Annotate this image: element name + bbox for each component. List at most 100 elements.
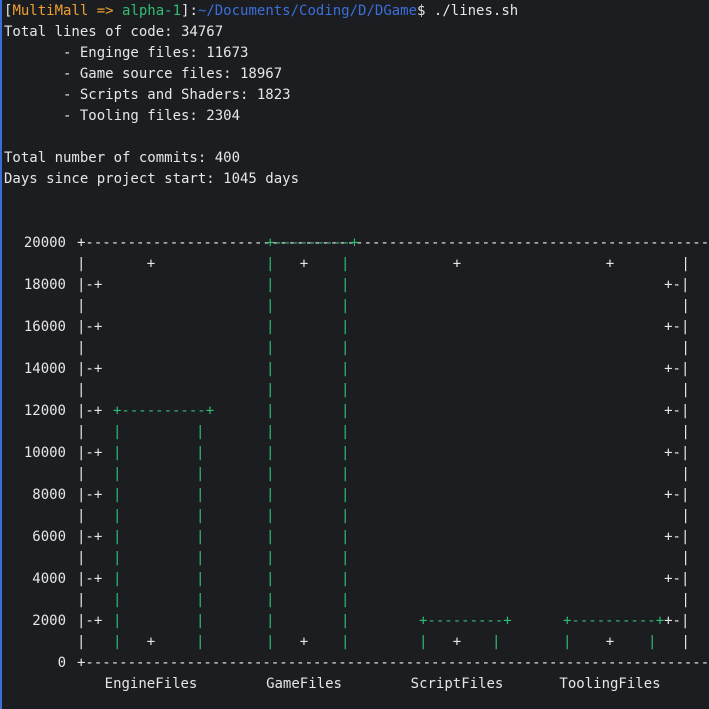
chart-bar-top: +----------+ (563, 613, 664, 629)
chart-ytick-label: 10000 (24, 445, 66, 461)
chart-left-tick: |-+ (77, 487, 102, 503)
chart-left-tick: |-+ (77, 361, 102, 377)
chart-bar-side-right: | (196, 571, 204, 587)
chart-ytick-label: 8000 (32, 487, 66, 503)
chart-bar-side-left: | (113, 529, 121, 545)
chart-bar-side-left: | (266, 466, 274, 482)
chart-bar-side-right: | (196, 424, 204, 440)
chart-bar-side-right: | (341, 592, 349, 608)
chart-bar-side-right: | (341, 550, 349, 566)
chart-bar-side-right: | (341, 298, 349, 314)
chart-bar-side-right: | (341, 424, 349, 440)
chart-bar-side-right: | (341, 466, 349, 482)
chart-right-frame: | (681, 298, 689, 314)
chart-left-frame: | (77, 508, 85, 524)
chart-bar-side-right: | (196, 550, 204, 566)
chart-bar-side-left: | (266, 508, 274, 524)
ascii-bar-chart: +---------------------------------------… (24, 235, 709, 692)
chart-right-frame: | (681, 340, 689, 356)
chart-right-tick: +-| (664, 487, 689, 503)
chart-bar-side-left: | (266, 445, 274, 461)
chart-left-tick: |-+ (77, 445, 102, 461)
chart-bar-side-left: | (419, 634, 427, 650)
chart-right-tick: +-| (664, 613, 689, 629)
chart-bar-side-right: | (341, 361, 349, 377)
chart-xtick-bottom: + (147, 634, 155, 650)
chart-ytick-label: 18000 (24, 277, 66, 293)
chart-bar-side-left: | (266, 298, 274, 314)
chart-ytick-label: 0 (58, 655, 66, 671)
chart-left-tick: |-+ (77, 529, 102, 545)
chart-ytick-label: 20000 (24, 235, 66, 251)
chart-right-frame: | (681, 508, 689, 524)
chart-bar-side-right: | (196, 529, 204, 545)
chart-right-frame: | (681, 382, 689, 398)
chart-bar-side-right: | (196, 466, 204, 482)
chart-bar-side-left: | (113, 550, 121, 566)
chart-bar-side-right: | (196, 487, 204, 503)
chart-bar-side-left: | (113, 613, 121, 629)
chart-left-frame: | (77, 466, 85, 482)
chart-bar-side-left: | (113, 445, 121, 461)
chart-right-tick: +-| (664, 319, 689, 335)
chart-ytick-label: 14000 (24, 361, 66, 377)
chart-xtick-top: + (300, 256, 308, 272)
chart-left-frame: | (77, 298, 85, 314)
chart-left-tick: |-+ (77, 403, 102, 419)
chart-bar-side-right: | (341, 634, 349, 650)
chart-left-frame: | (77, 424, 85, 440)
chart-right-tick: +-| (664, 403, 689, 419)
chart-ytick-label: 12000 (24, 403, 66, 419)
chart-bar-side-left: | (266, 613, 274, 629)
chart-left-frame: | (77, 592, 85, 608)
chart-ytick-label: 16000 (24, 319, 66, 335)
terminal-window[interactable]: [MultiMall => alpha-1]:~/Documents/Codin… (0, 0, 709, 709)
chart-right-tick: +-| (664, 571, 689, 587)
chart-xtick-bottom: + (453, 634, 461, 650)
chart-left-tick: |-+ (77, 319, 102, 335)
chart-bar-side-left: | (113, 634, 121, 650)
chart-bar-side-right: | (341, 487, 349, 503)
chart-bar-top: +---------+ (419, 613, 512, 629)
chart-right-frame: | (681, 466, 689, 482)
chart-xtick-top: + (606, 256, 614, 272)
chart-bar-side-left: | (266, 319, 274, 335)
chart-right-tick: +-| (664, 361, 689, 377)
chart-bar-side-left: | (266, 382, 274, 398)
chart-left-tick: |-+ (77, 571, 102, 587)
chart-right-frame: | (681, 550, 689, 566)
chart-category-label: EngineFiles (105, 676, 198, 692)
chart-bar-side-right: | (196, 445, 204, 461)
chart-bar-side-right: | (341, 319, 349, 335)
chart-ytick-label: 4000 (32, 571, 66, 587)
chart-left-frame: | (77, 340, 85, 356)
chart-category-label: ScriptFiles (411, 676, 504, 692)
chart-bar-side-left: | (266, 571, 274, 587)
chart-ytick-label: 6000 (32, 529, 66, 545)
chart-left-frame: | (77, 550, 85, 566)
chart-left-frame: | (77, 634, 85, 650)
chart-bar-side-left: | (266, 550, 274, 566)
chart-bar-side-left: | (266, 340, 274, 356)
chart-bar-side-left: | (266, 529, 274, 545)
chart-left-tick: |-+ (77, 277, 102, 293)
chart-bar-side-left: | (266, 403, 274, 419)
chart-bar-side-left: | (113, 592, 121, 608)
chart-bar-side-left: | (266, 277, 274, 293)
chart-bar-side-left: | (266, 634, 274, 650)
chart-right-frame: | (681, 256, 689, 272)
chart-xtick-bottom: + (300, 634, 308, 650)
chart-bar-side-right: | (341, 277, 349, 293)
chart-bar-side-left: | (563, 634, 571, 650)
chart-left-tick: |-+ (77, 613, 102, 629)
chart-left-frame: | (77, 382, 85, 398)
chart-bar-side-left: | (266, 256, 274, 272)
chart-bar-side-left: | (113, 487, 121, 503)
chart-bar-side-right: | (341, 508, 349, 524)
chart-xtick-top: + (453, 256, 461, 272)
chart-bar-side-right: | (341, 571, 349, 587)
chart-right-tick: +-| (664, 445, 689, 461)
chart-bar-top: +---------+ (266, 235, 359, 251)
chart-bar-side-right: | (341, 445, 349, 461)
chart-bar-side-right: | (196, 592, 204, 608)
